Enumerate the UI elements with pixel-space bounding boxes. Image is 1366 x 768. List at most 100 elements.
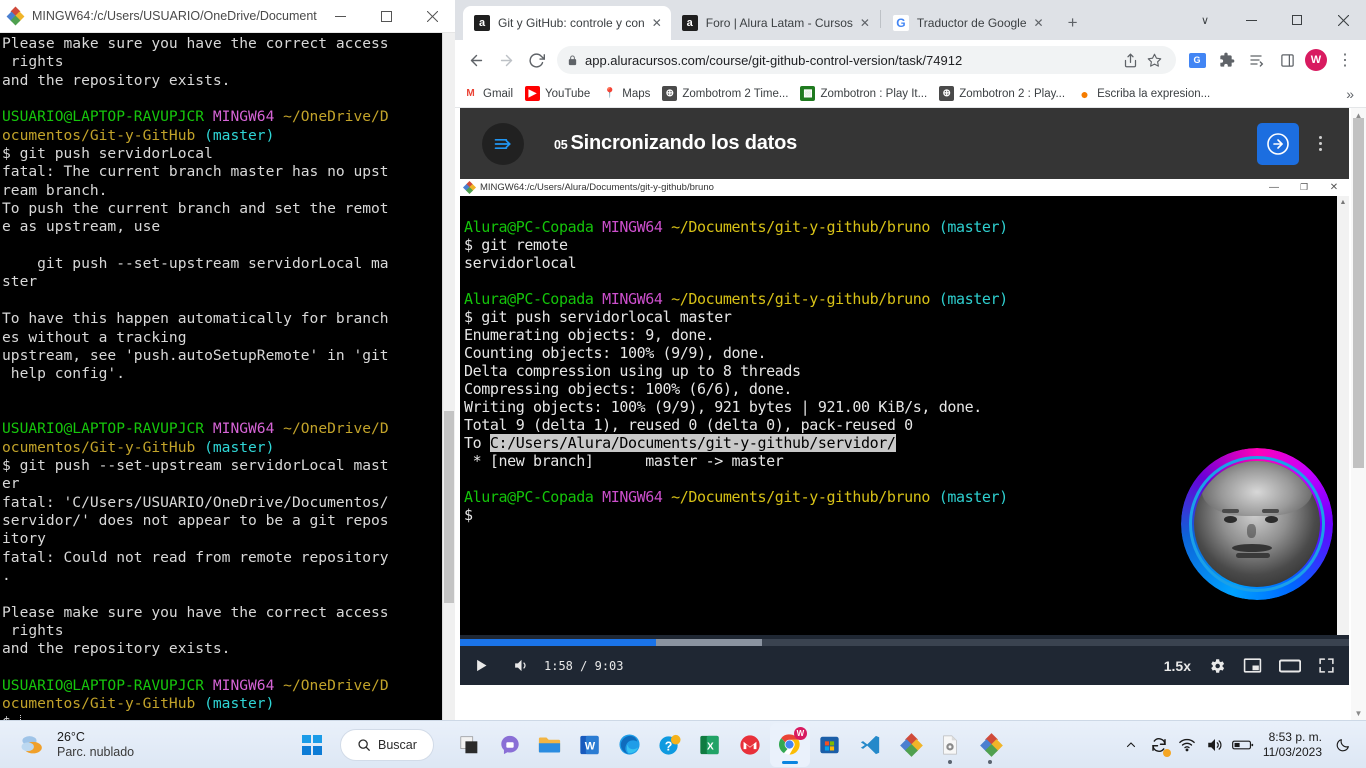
next-lesson-button[interactable] [1257, 122, 1299, 165]
git-bash-window[interactable]: MINGW64:/c/Users/USUARIO/OneDrive/Docume… [0, 0, 455, 720]
tab-title: Foro | Alura Latam - Cursos [705, 16, 853, 30]
zombotron-icon: ▩ [800, 86, 816, 101]
browser-tab[interactable]: a Git y GitHub: controle y con ✕ [463, 6, 671, 40]
video-player-controls[interactable]: 1:58 / 9:03 1.5x [460, 635, 1349, 685]
git-bash-minimize-button[interactable] [317, 0, 363, 33]
translate-icon[interactable]: G [1182, 45, 1212, 75]
globe-icon: ⊕ [662, 86, 678, 101]
chrome-tab-strip[interactable]: a Git y GitHub: controle y con ✕ a Foro | Al… [455, 0, 1366, 40]
git-bash-maximize-button[interactable] [363, 0, 409, 33]
tab-close-icon[interactable]: ✕ [857, 16, 873, 30]
terminal-line: USUARIO@LAPTOP-RAVUPJCR MINGW64 ~/OneDri… [2, 677, 389, 695]
playback-speed-button[interactable]: 1.5x [1164, 658, 1191, 674]
bookmark-item[interactable]: ▩ Zombotron : Play It... [800, 86, 927, 101]
taskbar-app-file-explorer[interactable] [530, 723, 570, 767]
video-progress-bar[interactable] [460, 639, 1349, 646]
onedrive-sync-icon[interactable] [1145, 723, 1173, 767]
bookmarks-overflow-button[interactable]: » [1346, 86, 1358, 102]
side-panel-icon[interactable] [1272, 45, 1302, 75]
forward-button[interactable] [491, 45, 521, 75]
taskbar-app-gmail[interactable] [730, 723, 770, 767]
site-info-lock-icon[interactable] [567, 54, 585, 66]
taskbar-weather-widget[interactable]: 26°C Parc. nublado [0, 730, 300, 760]
video-terminal-titlebar: MINGW64:/c/Users/Alura/Documents/git-y-g… [460, 179, 1349, 196]
page-content: 05 Sincronizando los datos MINGW64:/c/Use… [455, 108, 1366, 720]
bookmark-item[interactable]: ⊕ Zombotrom 2 Time... [662, 86, 788, 101]
terminal-line: fatal: Could not read from remote reposi… [2, 548, 389, 566]
browser-tab[interactable]: a Foro | Alura Latam - Cursos ✕ [670, 6, 879, 40]
page-scrollbar-thumb[interactable] [1353, 118, 1364, 468]
taskbar-app-git-bash-2[interactable] [970, 723, 1010, 767]
address-bar[interactable]: app.aluracursos.com/course/git-github-co… [557, 46, 1176, 74]
git-bash-titlebar[interactable]: MINGW64:/c/Users/USUARIO/OneDrive/Docume… [0, 0, 455, 33]
taskbar-app-chrome[interactable]: W [769, 722, 810, 767]
taskbar-app-help[interactable]: ? [650, 723, 690, 767]
weather-condition: Parc. nublado [57, 744, 135, 759]
fullscreen-icon[interactable] [1318, 657, 1335, 674]
taskbar-app-edge[interactable] [610, 723, 650, 767]
back-button[interactable] [461, 45, 491, 75]
browser-tab[interactable]: G Traductor de Google ✕ [881, 6, 1053, 40]
page-scroll-down-icon[interactable]: ▼ [1351, 706, 1366, 720]
taskbar-clock[interactable]: 8:53 p. m. 11/03/2023 [1257, 730, 1330, 760]
search-tabs-button[interactable]: ∨ [1182, 4, 1228, 36]
bookmark-star-icon[interactable] [1142, 53, 1166, 68]
page-scrollbar[interactable]: ▲ ▼ [1351, 108, 1366, 720]
lesson-video-container[interactable]: 05 Sincronizando los datos MINGW64:/c/Use… [460, 108, 1349, 685]
sidebar-toggle-icon[interactable] [482, 122, 524, 165]
clock-date: 11/03/2023 [1262, 744, 1322, 759]
gear-icon[interactable] [1208, 657, 1226, 675]
volume-icon[interactable] [1201, 723, 1229, 767]
bookmark-item[interactable]: 📍 Maps [602, 86, 651, 101]
taskbar-search-box[interactable]: Buscar [340, 728, 434, 761]
bookmark-item[interactable]: M Gmail [463, 86, 513, 101]
bookmark-item[interactable]: ● Escriba la expresion... [1077, 86, 1210, 101]
chrome-maximize-button[interactable] [1274, 4, 1320, 36]
tab-close-icon[interactable]: ✕ [1031, 16, 1047, 30]
chrome-close-button[interactable] [1320, 4, 1366, 36]
show-hidden-icons-button[interactable] [1117, 723, 1145, 767]
address-bar-url[interactable]: app.aluracursos.com/course/git-github-co… [585, 53, 1118, 68]
notifications-button[interactable] [1330, 723, 1356, 767]
profile-avatar[interactable]: W [1305, 49, 1327, 71]
volume-button[interactable] [513, 657, 530, 674]
chrome-minimize-button[interactable] [1228, 4, 1274, 36]
git-bash-close-button[interactable] [409, 0, 455, 33]
bookmark-item[interactable]: ▶ YouTube [525, 86, 590, 101]
taskbar-app-word[interactable]: W [570, 723, 610, 767]
tab-title: Git y GitHub: controle y con [498, 16, 645, 30]
extensions-puzzle-icon[interactable] [1212, 45, 1242, 75]
reload-button[interactable] [521, 45, 551, 75]
git-bash-terminal-output[interactable]: Please make sure you have the correct ac… [0, 33, 455, 720]
new-tab-button[interactable]: + [1059, 9, 1087, 37]
taskbar-app-copilot[interactable] [490, 723, 530, 767]
theater-mode-icon[interactable] [1279, 658, 1301, 674]
bookmark-item[interactable]: ⊕ Zombotron 2 : Play... [939, 86, 1065, 101]
reading-list-icon[interactable] [1242, 45, 1272, 75]
taskbar-center: Buscar W ? X W [290, 722, 1117, 767]
play-button[interactable] [474, 658, 489, 673]
taskbar-app-microsoft-store[interactable] [810, 723, 850, 767]
miniplayer-icon[interactable] [1243, 656, 1262, 675]
taskbar-app-git-bash[interactable] [890, 723, 930, 767]
battery-icon[interactable] [1229, 723, 1257, 767]
chrome-browser-window[interactable]: a Git y GitHub: controle y con ✕ a Foro | Al… [455, 0, 1366, 720]
taskbar-app-excel[interactable]: X [690, 723, 730, 767]
git-bash-scrollbar[interactable] [442, 33, 455, 720]
taskbar-app-settings-file[interactable] [930, 723, 970, 767]
start-button[interactable] [290, 723, 334, 767]
git-bash-scrollbar-thumb[interactable] [444, 410, 454, 604]
taskbar-app-vs-code[interactable] [850, 723, 890, 767]
tab-close-icon[interactable]: ✕ [649, 16, 665, 30]
share-icon[interactable] [1118, 53, 1142, 68]
kebab-menu-icon[interactable] [1305, 136, 1335, 151]
chrome-menu-button[interactable]: ⋮ [1330, 45, 1360, 75]
terminal-line: $ git remote [464, 236, 568, 254]
taskbar-app-task-view[interactable] [450, 723, 490, 767]
bookmark-label: Zombotrom 2 Time... [682, 87, 789, 100]
video-terminal-title: MINGW64:/c/Users/Alura/Documents/git-y-g… [480, 182, 714, 193]
wifi-icon[interactable] [1173, 723, 1201, 767]
